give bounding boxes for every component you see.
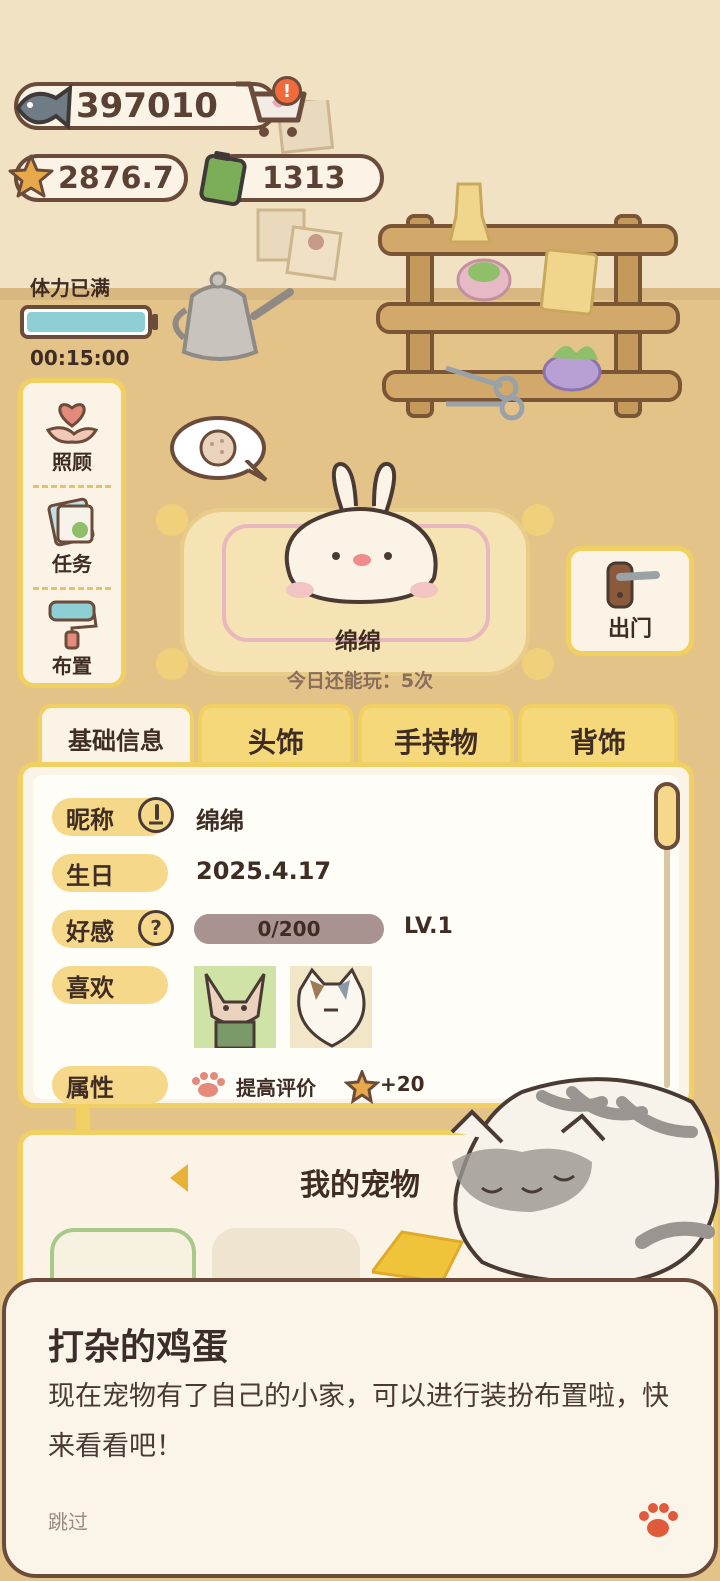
affection-level: LV.1: [404, 914, 453, 939]
play-remaining: 今日还能玩：5次: [286, 670, 434, 692]
pet-bunny: [284, 461, 438, 605]
paint-roller-icon: [48, 600, 98, 650]
door-handle-icon: [606, 561, 660, 609]
side-item-label: 布置: [52, 654, 92, 678]
pet-name: 绵绵: [335, 629, 381, 655]
birthday-key: 生日: [52, 854, 168, 892]
cookie-icon: [199, 429, 237, 467]
guide-cat: [372, 1077, 719, 1285]
side-item-label: 照顾: [52, 450, 92, 474]
alert-badge-icon: !: [272, 76, 302, 106]
battery-icon: [199, 150, 247, 206]
dialog-title: 打杂的鸡蛋: [48, 1327, 229, 1368]
stamina-cap: [152, 314, 158, 330]
fish-count: 397010: [76, 86, 218, 126]
nickname-key-label: 昵称: [66, 805, 114, 834]
game-scene: 397010 ! 2876.7 1313 体力已满 00:15:00 照顾 任务…: [0, 0, 720, 1581]
affection-key-label: 好感: [66, 917, 114, 946]
skip-button[interactable]: 跳过: [48, 1506, 88, 1535]
birthday-value: 2025.4.17: [196, 857, 332, 885]
edit-name-icon[interactable]: [138, 797, 174, 833]
star-count: 2876.7: [58, 160, 174, 196]
attribute-key-label: 属性: [66, 1073, 114, 1102]
scroll-track[interactable]: [664, 848, 670, 1088]
clipboard-icon: [47, 497, 95, 547]
go-out-label: 出门: [607, 617, 652, 642]
side-item-label: 任务: [52, 552, 92, 576]
attribute-key: 属性: [52, 1066, 168, 1104]
help-icon[interactable]: ?: [138, 910, 174, 946]
likes-key-label: 喜欢: [66, 973, 114, 1002]
attribute-value: 提高评价: [236, 1076, 316, 1100]
likes-key: 喜欢: [52, 966, 168, 1004]
star-icon: [8, 154, 54, 198]
tab-label: 手持物: [393, 726, 478, 759]
wooden-shelf: [376, 182, 682, 421]
side-menu: 照顾 任务 布置: [18, 378, 126, 688]
stamina-bar: [20, 305, 152, 339]
side-item-care[interactable]: 照顾: [23, 385, 121, 481]
birthday-key-label: 生日: [66, 861, 114, 890]
pencil-icon: [149, 804, 163, 825]
tab-label: 头饰: [247, 726, 304, 759]
fish-icon: [15, 83, 73, 131]
paw-next-icon[interactable]: [638, 1502, 678, 1540]
liked-item-fennec[interactable]: [194, 966, 276, 1048]
scroll-thumb[interactable]: [654, 782, 680, 850]
affection-bar: 0/200: [194, 914, 384, 944]
dialog-body: 现在宠物有了自己的小家，可以进行装扮布置啦，快来看看吧！: [48, 1381, 669, 1462]
paw-icon: [192, 1072, 225, 1097]
go-out-button[interactable]: 出门: [566, 546, 694, 656]
tab-label: 基础信息: [68, 727, 164, 755]
stamina-label: 体力已满: [30, 276, 110, 300]
bubble-tail: [244, 460, 268, 482]
arrow-left-icon[interactable]: [166, 1160, 192, 1196]
battery-count: 1313: [262, 160, 346, 196]
tab-label: 背饰: [569, 726, 626, 759]
liked-item-cat[interactable]: [290, 966, 372, 1048]
stamina-timer: 00:15:00: [30, 346, 130, 370]
teapot-decor: [172, 271, 294, 361]
heart-hand-icon: [45, 403, 99, 444]
side-item-tasks[interactable]: 任务: [23, 487, 121, 583]
side-item-decorate[interactable]: 布置: [23, 589, 121, 685]
stamina-fill: [27, 312, 145, 332]
nickname-value: 绵绵: [196, 807, 244, 835]
